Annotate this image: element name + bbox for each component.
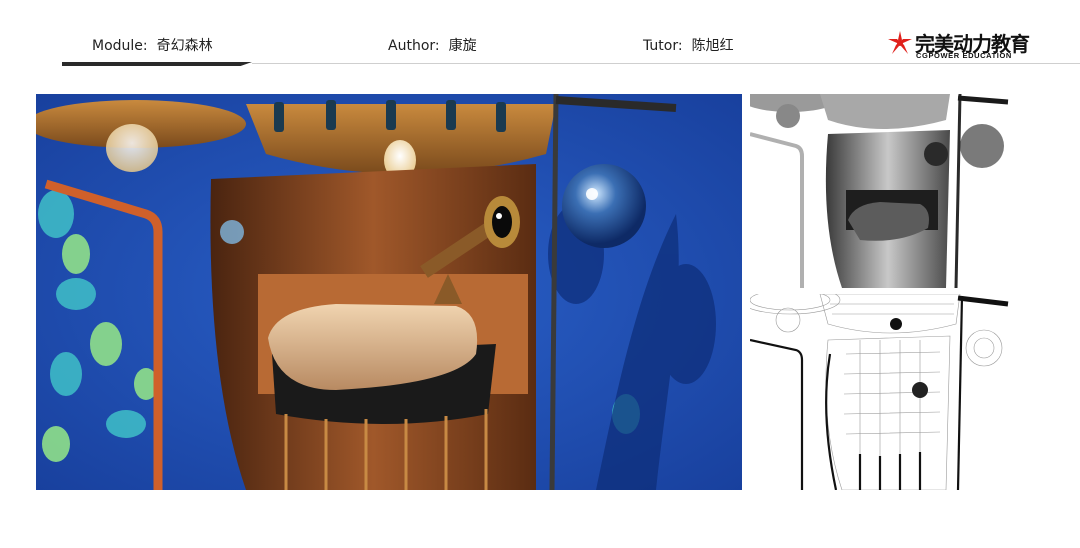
main-color-render <box>36 94 742 490</box>
module-value: 奇幻森林 <box>156 38 213 54</box>
header-divider-accent <box>62 62 252 66</box>
tutor-label: Tutor: <box>643 38 683 54</box>
clay-grey-render <box>750 94 1010 288</box>
module-label: Module: <box>92 38 148 54</box>
author-value: 康旋 <box>448 38 477 54</box>
header-bar: Module: 奇幻森林 Author: 康旋 Tutor: 陈旭红 完美动力教育 C… <box>0 0 1080 80</box>
brand-logo: 完美动力教育 CGPOWER EDUCATION <box>887 28 1047 62</box>
red-star-logo-icon <box>888 31 912 54</box>
header-divider-line <box>252 63 1080 64</box>
logo-en-text: CGPOWER EDUCATION <box>916 51 1012 60</box>
author-field: Author: 康旋 <box>388 35 477 55</box>
author-label: Author: <box>388 38 440 54</box>
module-field: Module: 奇幻森林 <box>92 35 213 55</box>
wireframe-render <box>750 294 1010 490</box>
header-divider <box>0 62 1080 66</box>
tutor-value: 陈旭红 <box>691 38 734 54</box>
tutor-field: Tutor: 陈旭红 <box>643 35 734 55</box>
